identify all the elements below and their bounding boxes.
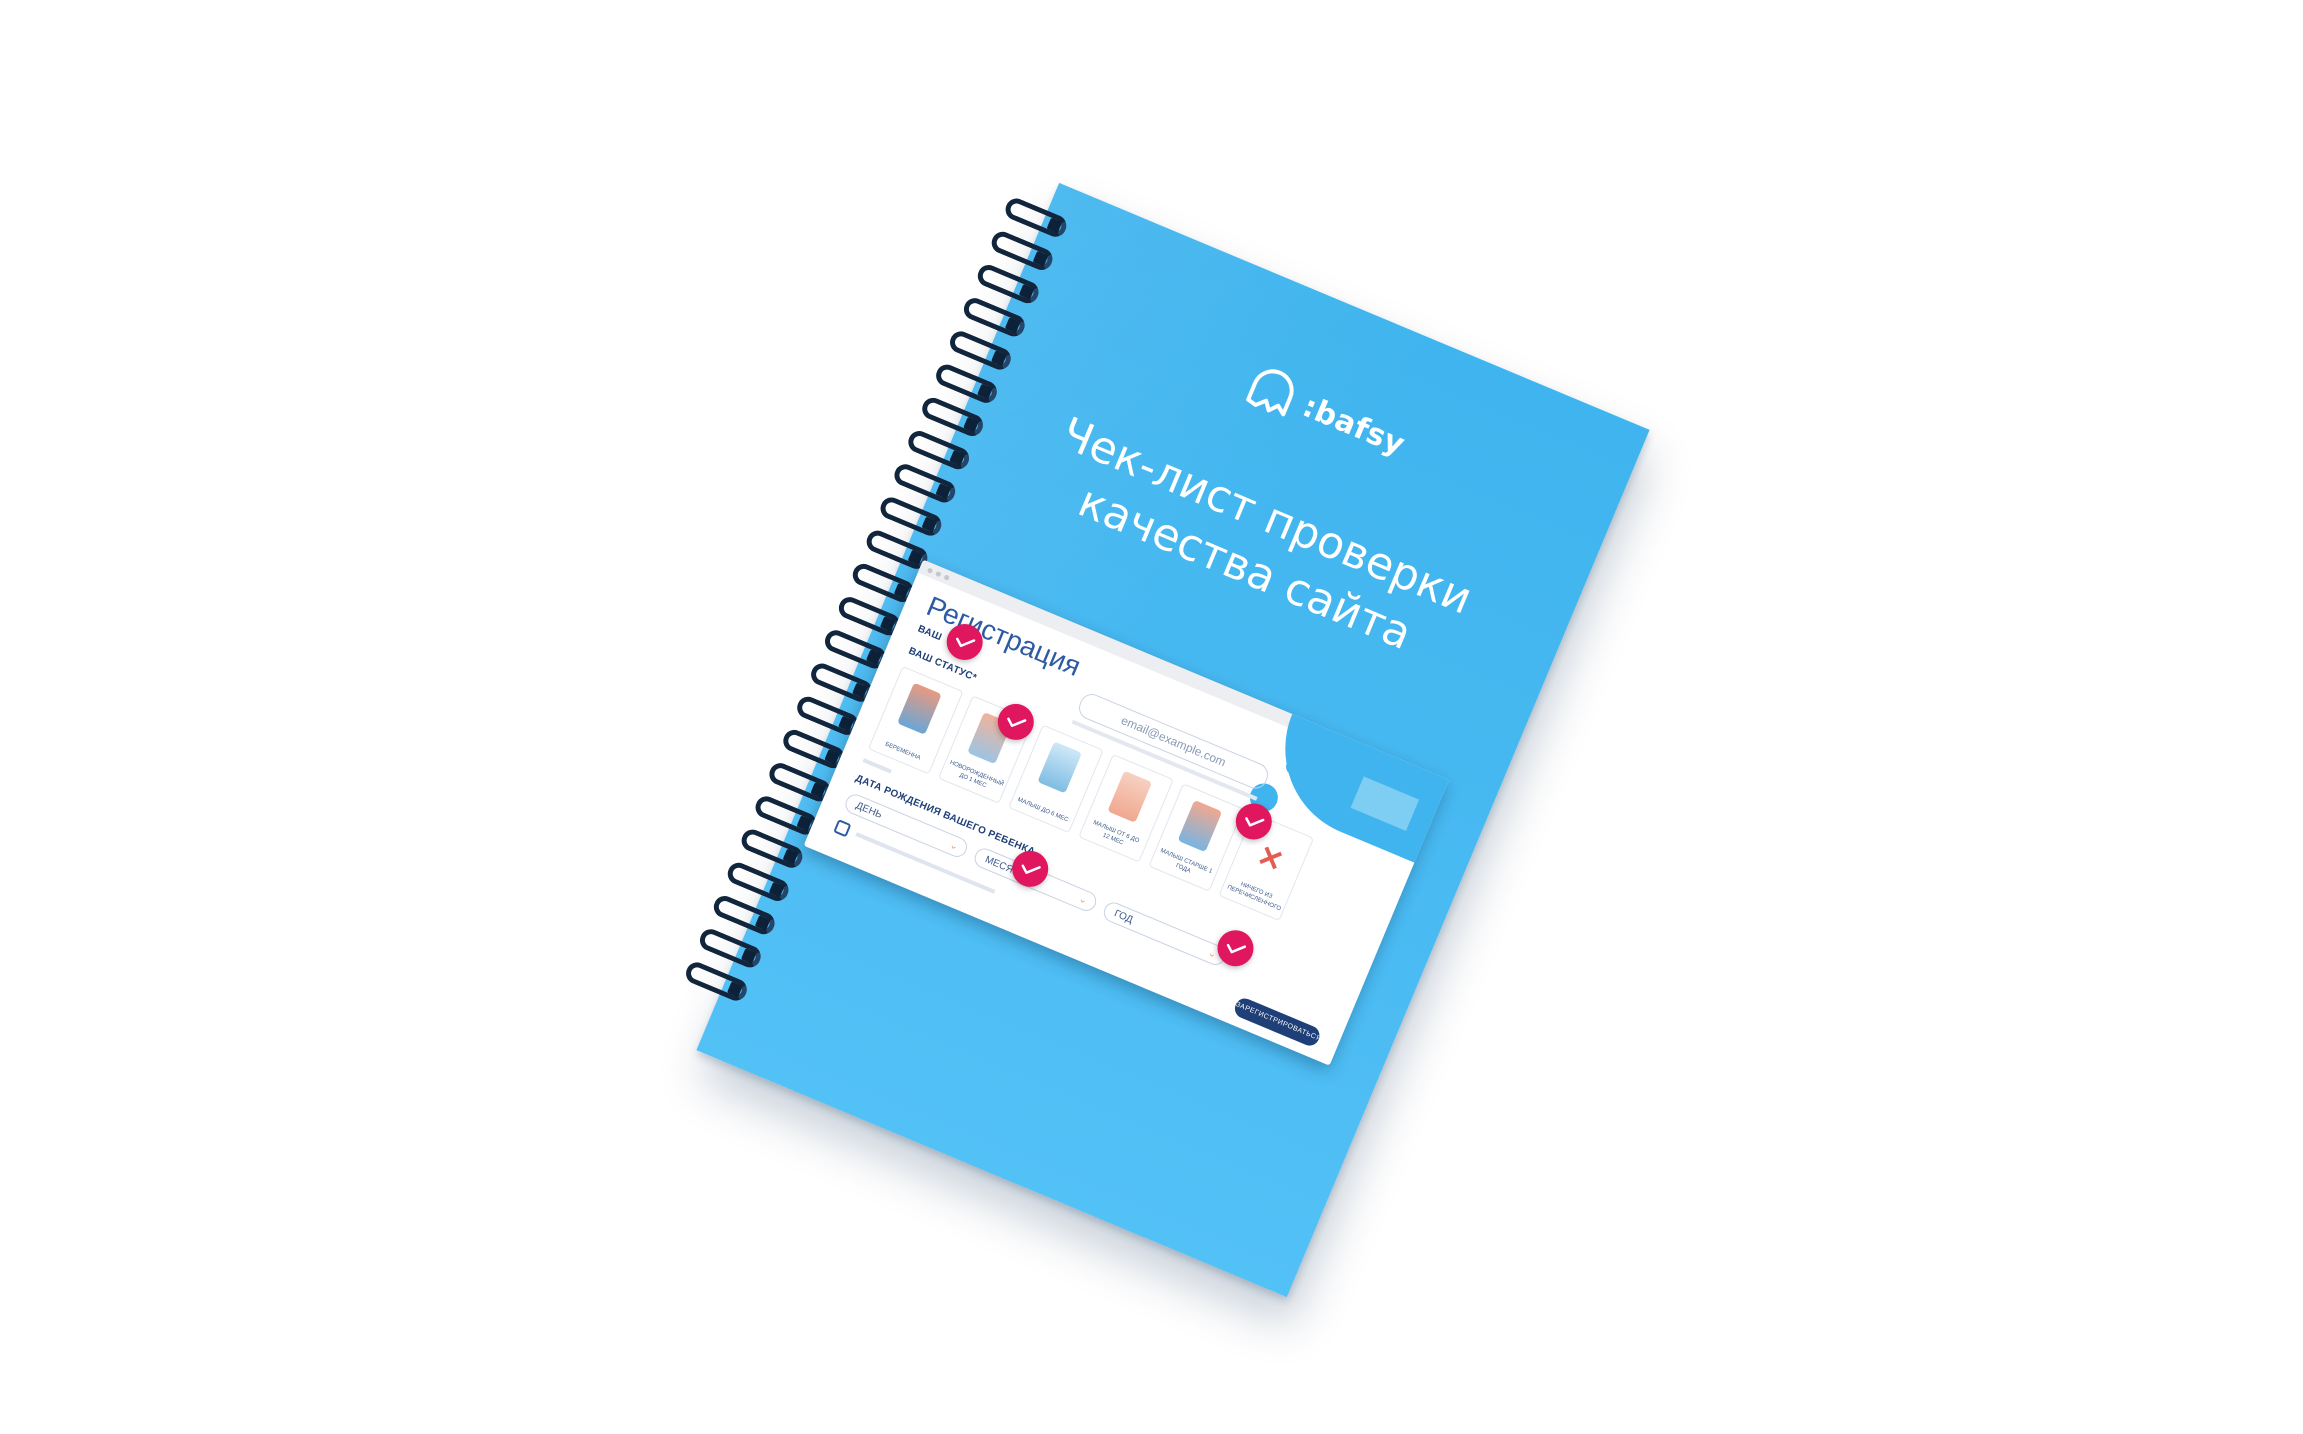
chevron-down-icon: ⌄	[947, 839, 960, 853]
year-select-value: ГОД	[1112, 908, 1135, 926]
stage: :bafsy Чек-лист проверки качества сайта …	[0, 0, 2303, 1434]
window-dot	[935, 570, 942, 577]
notebook: :bafsy Чек-лист проверки качества сайта …	[682, 182, 1650, 1298]
card-caption: БЕРЕМЕННА	[884, 741, 922, 762]
spiral-ring	[877, 494, 945, 540]
spiral-ring	[932, 361, 1001, 407]
agree-checkbox[interactable]	[833, 819, 852, 838]
spiral-ring	[682, 959, 751, 1005]
day-select-value: ДЕНЬ	[854, 800, 884, 821]
card-caption: МАЛЫШ ОТ 6 ДО 12 МЕС	[1092, 819, 1140, 847]
card-image	[1177, 799, 1223, 853]
checkmark-icon	[956, 637, 976, 648]
spiral-ring	[974, 261, 1042, 307]
card-caption: МАЛЫШ ДО 6 МЕС	[1016, 796, 1070, 824]
chevron-down-icon: ⌄	[1077, 893, 1090, 907]
year-select[interactable]: ГОД ⌄	[1100, 899, 1229, 969]
card-caption: МАЛЫШ СТАРШЕ 1 ГОДА	[1159, 847, 1213, 875]
window-dot	[926, 566, 934, 574]
spiral-ring	[918, 394, 987, 440]
card-image	[1107, 770, 1153, 823]
spiral-ring	[946, 328, 1015, 373]
none-x-icon: ✕	[1252, 839, 1289, 880]
spiral-ring	[904, 427, 973, 473]
checkmark-icon	[1007, 717, 1027, 728]
spiral-ring	[891, 460, 959, 506]
checkmark-icon	[1245, 817, 1265, 827]
spiral-ring	[738, 826, 806, 872]
checkmark-icon	[1226, 943, 1247, 954]
spiral-ring	[988, 228, 1056, 274]
checkmark-icon	[1021, 864, 1041, 874]
spiral-ring	[724, 859, 792, 905]
window-dot	[943, 573, 951, 581]
check-badge	[1211, 924, 1260, 972]
card-image	[1037, 741, 1082, 794]
hint-line	[862, 758, 892, 774]
spiral-ring	[710, 892, 778, 938]
card-caption: НИЧЕГО ИЗ ПЕРЕЧИСЛЕННОГО	[1226, 881, 1282, 913]
spiral-ring	[960, 294, 1029, 340]
card-caption: НОВОРОЖДЕННЫЙ ДО 1 МЕС	[948, 759, 1005, 790]
spiral-ring	[696, 925, 765, 971]
card-image	[897, 682, 942, 735]
